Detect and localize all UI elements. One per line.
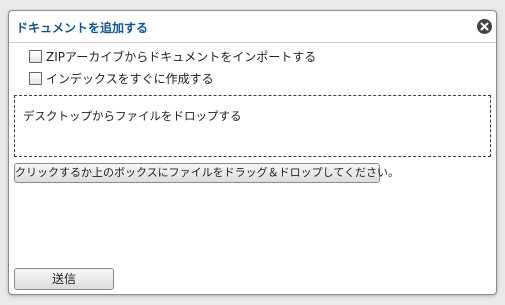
dialog-title: ドキュメントを追加する [16,21,149,35]
create-index-label: インデックスをすぐに作成する [46,71,214,86]
submit-button[interactable]: 送信 [14,268,114,290]
dialog-titlebar: ドキュメントを追加する [9,11,496,43]
drop-zone-label: デスクトップからファイルをドロップする [23,109,242,123]
file-drop-zone[interactable]: デスクトップからファイルをドロップする [14,95,491,157]
import-zip-label: ZIPアーカイブからドキュメントをインポートする [46,49,317,64]
import-zip-option[interactable]: ZIPアーカイブからドキュメントをインポートする [29,48,316,64]
create-index-option[interactable]: インデックスをすぐに作成する [29,70,214,86]
add-document-dialog: ドキュメントを追加する ZIPアーカイブからドキュメントをインポートする インデ… [8,10,497,295]
close-icon[interactable] [476,18,493,35]
browse-files-button[interactable]: クリックするか上のボックスにファイルをドラッグ＆ドロップしてください。 [14,163,399,183]
import-zip-checkbox[interactable] [29,49,42,63]
create-index-checkbox[interactable] [29,71,42,85]
